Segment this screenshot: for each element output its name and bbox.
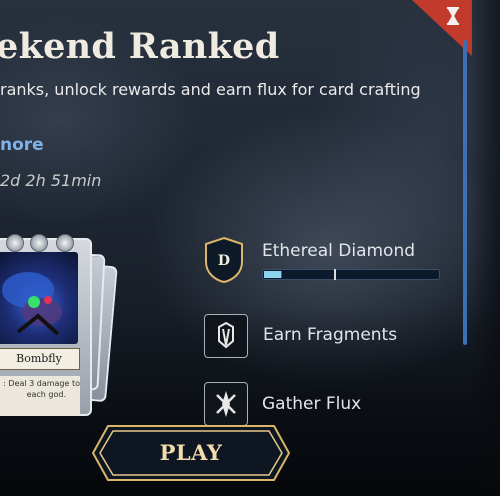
rank-progress-marker <box>334 269 336 280</box>
card-name: Bombfly <box>0 348 80 370</box>
rank-letter: D <box>218 253 230 269</box>
flux-reward-label: Gather Flux <box>262 394 362 414</box>
fragments-icon <box>218 321 234 349</box>
card-text-line: : Deal 3 damage to <box>3 379 80 388</box>
scrollbar-thumb[interactable] <box>463 40 467 345</box>
flux-icon <box>216 391 236 417</box>
card-gem-icon <box>6 234 24 252</box>
event-timer: 2d 2h 51min <box>0 171 102 190</box>
card-art <box>0 252 78 344</box>
panel-edge-shade <box>470 0 500 496</box>
fragments-reward-label: Earn Fragments <box>263 325 398 345</box>
rank-reward-label: Ethereal Diamond <box>262 241 416 261</box>
learn-more-link[interactable]: nore <box>0 135 44 155</box>
card-ability-text: : Deal 3 damage to each god. <box>0 376 80 416</box>
rank-progress-fill <box>264 271 282 278</box>
card-preview[interactable]: Bombfly : Deal 3 damage to each god. <box>0 234 92 416</box>
play-button-label: PLAY <box>159 440 223 465</box>
bombfly-creature-icon <box>2 272 62 336</box>
fragments-icon-box <box>204 314 248 358</box>
rank-diamond-shield-icon: D <box>205 236 243 284</box>
event-subtitle: ranks, unlock rewards and earn flux for … <box>0 80 421 99</box>
rank-progress-bar <box>262 269 440 280</box>
card-lock-icon <box>30 234 48 252</box>
event-title: ekend Ranked <box>0 26 280 67</box>
card-sun-icon <box>56 234 74 252</box>
flux-icon-box <box>204 382 248 426</box>
card-text-line: each god. <box>26 390 66 399</box>
play-button[interactable]: PLAY <box>91 425 291 481</box>
